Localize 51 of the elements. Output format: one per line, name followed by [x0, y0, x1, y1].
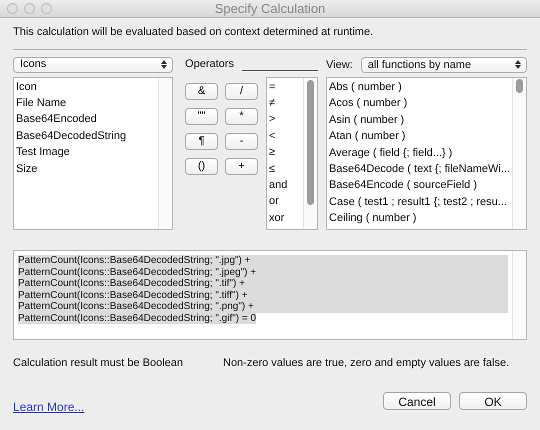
window-title: Specify Calculation — [214, 0, 326, 16]
result-type-label: Calculation result must be Boolean — [13, 356, 184, 371]
list-item[interactable]: or — [269, 193, 302, 210]
operator-button[interactable]: - — [225, 132, 258, 150]
operator-button[interactable]: () — [185, 158, 218, 174]
context-note: This calculation will be evaluated based on context determined at runtime. — [13, 25, 374, 40]
learn-more-link[interactable]: Learn More... — [13, 398, 84, 416]
operators-label: Operators — [185, 57, 234, 72]
cancel-button[interactable]: Cancel — [383, 392, 451, 410]
list-item[interactable]: File Name — [16, 94, 156, 112]
list-item[interactable]: and — [269, 176, 302, 194]
list-item[interactable]: Average ( field {; field...} ) — [329, 144, 510, 162]
window-control-button[interactable] — [41, 3, 52, 14]
list-item[interactable]: > — [269, 111, 302, 128]
result-note: Non-zero values are true, zero and empty values are false. — [223, 356, 510, 371]
stepper-icon — [161, 60, 168, 69]
window-control-button[interactable] — [7, 3, 18, 14]
ok-button[interactable]: OK — [459, 392, 527, 410]
list-item[interactable]: Asin ( number ) — [329, 112, 510, 128]
operator-button[interactable]: "" — [185, 108, 218, 124]
list-item[interactable]: Base64Encoded — [16, 111, 156, 128]
list-item[interactable]: ≠ — [269, 94, 302, 112]
list-item[interactable]: Base64Decode ( text {; fileNameWi... — [329, 161, 510, 178]
scrollbar-thumb[interactable] — [307, 80, 314, 204]
operator-button[interactable]: * — [225, 108, 258, 124]
list-item[interactable]: Icon — [16, 78, 156, 95]
list-item[interactable]: Acos ( number ) — [329, 95, 510, 112]
list-item[interactable]: Case ( test1 ; result1 {; test2 ; resu... — [329, 194, 510, 210]
table-select[interactable]: Icons — [13, 56, 174, 72]
stepper-icon — [515, 60, 521, 70]
list-item[interactable]: Ceiling ( number ) — [329, 210, 510, 227]
list-item[interactable]: = — [269, 78, 302, 95]
list-item[interactable]: xor — [269, 210, 302, 226]
calculation-text: PatternCount(Icons::Base64DecodedString; ".jpg") + PatternCount(Icons::Base64DecodedString; ".jpeg") + PatternCount(Icons::Base64DecodedString; ".tif") + PatternCount(Icons::Base64DecodedString; ".tiff") + PatternCount(Icons::Base64DecodedString; ".png") + PatternCount(Icons::Base64DecodedString; ".gif") = 0 — [14, 251, 512, 339]
list-item[interactable]: Abs ( number ) — [329, 79, 510, 96]
list-item[interactable]: Base64DecodedString — [16, 128, 156, 144]
list-item[interactable]: < — [269, 128, 302, 144]
list-item[interactable]: ≤ — [269, 160, 302, 177]
list-item[interactable]: Size — [16, 160, 156, 177]
list-item[interactable]: Test Image — [16, 144, 156, 161]
view-select[interactable]: all functions by name — [360, 56, 527, 73]
scrollbar-thumb[interactable] — [516, 79, 523, 93]
operator-button[interactable]: + — [225, 158, 258, 174]
list-item[interactable]: ≥ — [269, 144, 302, 161]
operator-button[interactable]: & — [185, 82, 218, 100]
view-label: View: — [326, 58, 353, 72]
operator-button[interactable]: / — [225, 82, 258, 100]
window-control-button[interactable] — [24, 3, 35, 14]
operator-button[interactable]: ¶ — [185, 132, 218, 150]
list-item[interactable]: Atan ( number ) — [329, 128, 510, 145]
list-item[interactable]: Base64Encode ( sourceField ) — [329, 177, 510, 194]
